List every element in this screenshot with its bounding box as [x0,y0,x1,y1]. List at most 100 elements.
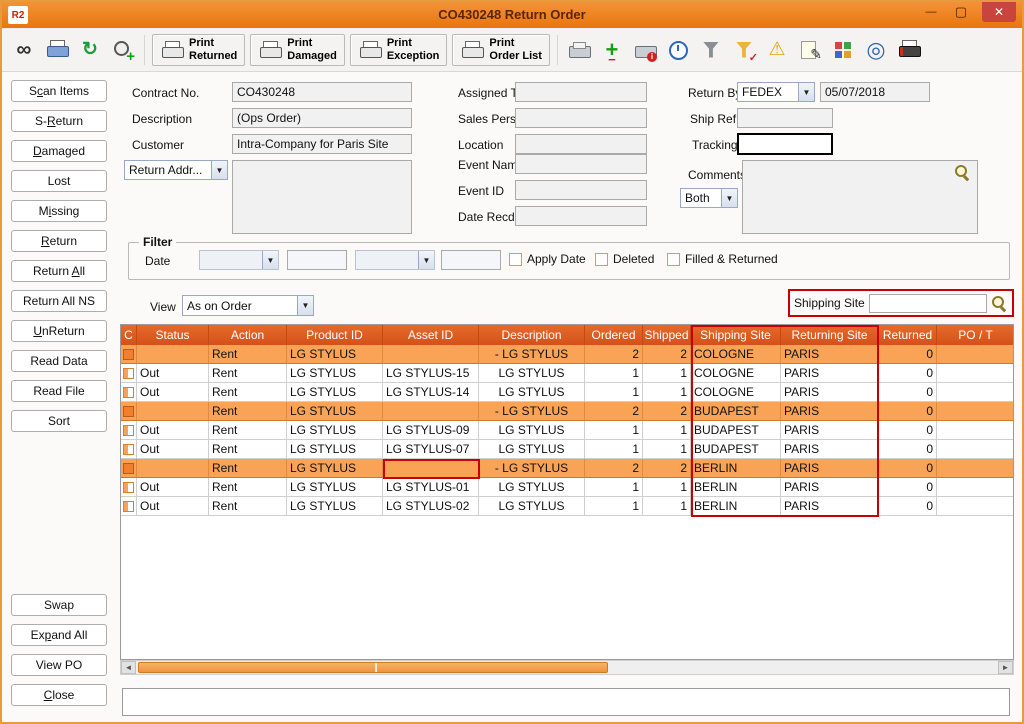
cell-action[interactable]: Rent [209,440,287,459]
contract-no-field[interactable] [232,82,412,102]
cell-action[interactable]: Rent [209,421,287,440]
cell-select[interactable] [121,364,137,383]
row-checkbox-icon[interactable] [123,444,134,455]
cell-po[interactable] [937,459,1014,478]
cell-ordered[interactable]: 2 [585,402,643,421]
column-header-action[interactable]: Action [209,325,287,345]
sidebar-button-expand-all[interactable]: Expand All [11,624,107,646]
cell-returned[interactable]: 0 [879,497,937,516]
cell-shipping-site[interactable]: COLOGNE [691,364,781,383]
column-header-shipped[interactable]: Shipped [643,325,691,345]
export-alert-icon[interactable] [763,36,791,64]
cell-action[interactable]: Rent [209,478,287,497]
cell-returning-site[interactable]: PARIS [781,402,879,421]
edit-note-icon[interactable] [796,36,824,64]
cell-product-id[interactable]: LG STYLUS [287,402,383,421]
cell-returned[interactable]: 0 [879,383,937,402]
chevron-down-icon[interactable]: ▼ [297,296,313,315]
filter-date-to-dropdown[interactable]: ▼ [355,250,435,270]
cell-select[interactable] [121,421,137,440]
cell-returning-site[interactable]: PARIS [781,478,879,497]
chevron-down-icon[interactable]: ▼ [211,161,227,179]
cell-shipping-site[interactable]: BUDAPEST [691,421,781,440]
scroll-right-icon[interactable]: ► [998,661,1013,674]
cell-status[interactable] [137,402,209,421]
cell-asset-id[interactable] [383,345,479,364]
cell-ordered[interactable]: 1 [585,383,643,402]
tracking-field[interactable] [737,133,833,155]
checkbox-filled-returned[interactable] [667,253,680,266]
cell-product-id[interactable]: LG STYLUS [287,383,383,402]
sidebar-button-s-return[interactable]: S-Return [11,110,107,132]
assigned-to-field[interactable] [515,82,647,102]
column-header-po-t[interactable]: PO / T [937,325,1014,345]
cell-po[interactable] [937,364,1014,383]
cell-shipping-site[interactable]: COLOGNE [691,383,781,402]
table-row[interactable]: OutRentLG STYLUSLG STYLUS-15LG STYLUS11C… [121,364,1013,383]
cell-shipping-site[interactable]: BERLIN [691,478,781,497]
cell-shipped[interactable]: 1 [643,478,691,497]
cell-ordered[interactable]: 1 [585,421,643,440]
cell-ordered[interactable]: 2 [585,459,643,478]
customer-field[interactable] [232,134,412,154]
filter-date-from-field[interactable] [287,250,347,270]
cell-select[interactable] [121,345,137,364]
return-by-dropdown[interactable]: FEDEX ▼ [737,82,815,102]
cell-returning-site[interactable]: PARIS [781,459,879,478]
shipping-site-search-input[interactable] [869,294,987,313]
column-header-shipping-site[interactable]: Shipping Site [691,325,781,345]
filter-date-from-dropdown[interactable]: ▼ [199,250,279,270]
cell-description[interactable]: - LG STYLUS [479,345,585,364]
cell-po[interactable] [937,478,1014,497]
sidebar-button-missing[interactable]: Missing [11,200,107,222]
cell-shipping-site[interactable]: BUDAPEST [691,402,781,421]
cell-status[interactable]: Out [137,497,209,516]
filter-icon[interactable] [697,36,725,64]
sidebar-button-return[interactable]: Return [11,230,107,252]
cell-ordered[interactable]: 1 [585,478,643,497]
cell-asset-id[interactable] [383,459,479,478]
sidebar-button-damaged[interactable]: Damaged [11,140,107,162]
event-name-field[interactable] [515,154,647,174]
table-row[interactable]: OutRentLG STYLUSLG STYLUS-02LG STYLUS11B… [121,497,1013,516]
cell-asset-id[interactable]: LG STYLUS-01 [383,478,479,497]
color-print-icon[interactable] [895,36,923,64]
cell-description[interactable]: - LG STYLUS [479,459,585,478]
cell-product-id[interactable]: LG STYLUS [287,421,383,440]
chevron-down-icon[interactable]: ▼ [721,189,737,207]
cell-select[interactable] [121,478,137,497]
cell-action[interactable]: Rent [209,497,287,516]
sidebar-button-close[interactable]: Close [11,684,107,706]
row-checkbox-icon[interactable] [123,349,134,360]
column-header-status[interactable]: Status [137,325,209,345]
return-addr-textarea[interactable] [232,160,412,234]
cell-returning-site[interactable]: PARIS [781,383,879,402]
scrollbar-thumb[interactable] [138,662,608,673]
cell-action[interactable]: Rent [209,402,287,421]
cell-shipped[interactable]: 1 [643,383,691,402]
cell-select[interactable] [121,440,137,459]
sidebar-button-scan-items[interactable]: Scan Items [11,80,107,102]
cell-po[interactable] [937,345,1014,364]
color-grid-icon[interactable] [829,36,857,64]
cell-ordered[interactable]: 1 [585,364,643,383]
cell-returning-site[interactable]: PARIS [781,345,879,364]
cell-shipped[interactable]: 1 [643,421,691,440]
cell-returned[interactable]: 0 [879,402,937,421]
minimize-button[interactable] [918,2,944,22]
cell-asset-id[interactable]: LG STYLUS-07 [383,440,479,459]
scanner-icon[interactable] [565,36,593,64]
cell-ordered[interactable]: 1 [585,440,643,459]
checkbox-deleted[interactable] [595,253,608,266]
sidebar-button-read-data[interactable]: Read Data [11,350,107,372]
location-field[interactable] [515,134,647,154]
cell-returning-site[interactable]: PARIS [781,440,879,459]
bottom-notes-field[interactable] [122,688,1010,716]
cell-status[interactable]: Out [137,364,209,383]
cell-product-id[interactable]: LG STYLUS [287,478,383,497]
sidebar-button-read-file[interactable]: Read File [11,380,107,402]
row-checkbox-icon[interactable] [123,425,134,436]
column-header-asset-id[interactable]: Asset ID [383,325,479,345]
cell-returned[interactable]: 0 [879,345,937,364]
toolbar-button-print-damaged[interactable]: PrintDamaged [250,34,345,66]
